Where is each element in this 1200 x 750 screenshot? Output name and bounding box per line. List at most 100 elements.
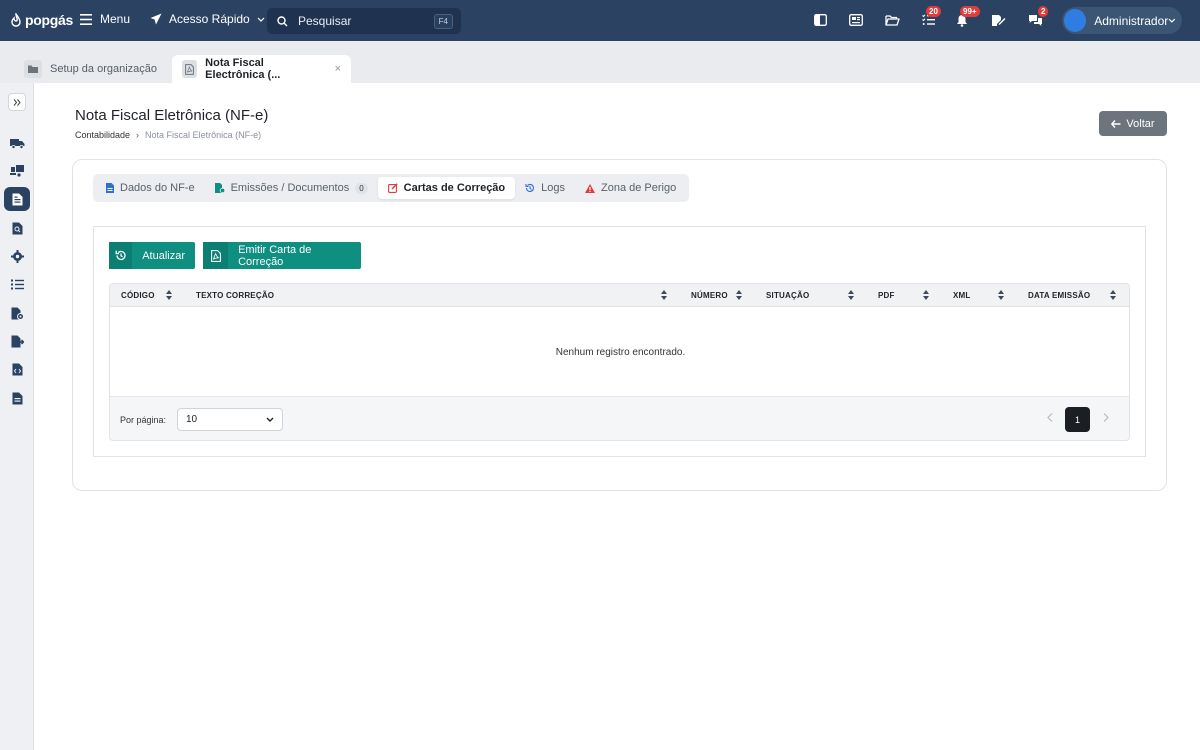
sidebar-item-truck[interactable] [4,131,30,155]
sort-icon[interactable] [166,290,172,300]
refresh-button[interactable]: Atualizar [109,242,195,269]
tab-label: Cartas de Correção [403,182,506,194]
open-tabs-bar: Setup da organização Nota Fiscal Electrô… [0,41,1200,83]
tab-label: Emissões / Documentos [230,182,350,194]
avatar [1064,9,1087,32]
invoice-icon [12,193,22,205]
column-header-texto-correcao[interactable]: TEXTO CORREÇÃO [196,291,274,300]
history-icon [109,242,133,269]
sidebar-item-list[interactable] [4,272,30,296]
back-button[interactable]: Voltar [1099,111,1167,136]
tasks-badge: 20 [926,6,941,17]
breadcrumb: Contabilidade › Nota Fiscal Eletrônica (… [75,130,261,140]
chevron-right-icon[interactable] [1103,413,1109,422]
sidebar-item-nfe[interactable] [4,187,30,211]
emit-label: Emitir Carta de Correção [238,243,312,268]
user-name: Administrador [1094,13,1169,28]
column-header-data-emissao[interactable]: DATA EMISSÃO [1028,291,1090,300]
close-icon[interactable]: × [335,63,341,75]
page-button-current[interactable]: 1 [1065,407,1090,432]
file-code-icon [12,363,22,375]
sidebar-item-file-export[interactable] [4,329,30,353]
delivery-icon [9,165,24,177]
folder-open-icon[interactable] [884,12,900,28]
column-header-pdf[interactable]: PDF [878,291,895,300]
data-table: CÓDIGO TEXTO CORREÇÃO NÚMERO SITUAÇÃO PD… [109,283,1130,441]
ordered-list-icon [10,279,24,289]
count-badge: 0 [355,182,368,194]
quick-access-button[interactable]: Acesso Rápido [150,12,265,26]
breadcrumb-item-contabilidade[interactable]: Contabilidade [75,130,130,140]
history-icon [525,183,535,192]
news-icon[interactable] [848,12,864,28]
tab-zona-perigo[interactable]: Zona de Perigo [575,177,686,199]
emit-correction-letter-button[interactable]: Emitir Carta de Correção [203,242,361,269]
notifications-badge: 99+ [960,6,980,17]
chevron-down-icon [257,17,265,22]
tab-label: Dados do NF-e [120,182,195,194]
tab-cartas-correcao[interactable]: Cartas de Correção [377,177,516,199]
column-header-codigo[interactable]: CÓDIGO [121,291,155,300]
file-icon [106,183,114,193]
search-box[interactable]: Pesquisar F4 [267,8,461,34]
gear-icon [10,249,24,263]
double-chevron-right-icon [13,98,21,106]
expand-sidebar-button[interactable] [8,93,26,111]
logo[interactable]: popgás [10,12,73,28]
signature-icon[interactable] [990,12,1006,28]
per-page-value: 10 [186,414,198,425]
sidebar-item-file-search[interactable] [4,216,30,240]
pdf-file-icon [182,60,198,78]
chevron-down-icon [266,417,274,422]
menu-button[interactable]: Menu [80,12,130,26]
table-body: Nenhum registro encontrado. [110,307,1129,397]
bell-icon[interactable]: 99+ [954,6,980,28]
arrow-left-icon [1111,119,1121,128]
page-title: Nota Fiscal Eletrônica (NF-e) [75,107,269,124]
messages-badge: 2 [1038,6,1049,17]
column-header-numero[interactable]: NÚMERO [691,291,728,300]
folder-icon [24,60,42,78]
sidebar-item-file-code[interactable] [4,357,30,381]
sort-icon[interactable] [1110,290,1116,300]
sidebar-item-file-settings[interactable] [4,301,30,325]
sort-icon[interactable] [661,290,667,300]
breadcrumb-item-current: Nota Fiscal Eletrônica (NF-e) [145,130,262,140]
sort-icon[interactable] [848,290,854,300]
top-navbar: popgás Menu Acesso Rápido Pesquisar F4 2… [0,0,1200,41]
sort-icon[interactable] [923,290,929,300]
menu-label: Menu [100,12,131,26]
hamburger-icon [80,13,92,25]
per-page-select[interactable]: 10 [177,408,283,431]
paper-plane-icon [150,13,162,25]
quick-access-label: Acesso Rápido [169,12,250,26]
sidebar-item-settings[interactable] [4,244,30,268]
flame-icon [11,13,21,27]
sort-icon[interactable] [736,290,742,300]
back-label: Voltar [1126,117,1155,130]
tab-dados-nfe[interactable]: Dados do NF-e [96,177,205,199]
tab-label: Setup da organização [50,63,158,75]
edit-icon [387,183,398,193]
sidebar-item-delivery[interactable] [4,159,30,183]
sidebar-toggle-icon[interactable] [812,12,828,28]
column-header-situacao[interactable]: SITUAÇÃO [766,291,809,300]
pdf-file-icon [203,242,229,269]
sidebar-item-document[interactable] [4,386,30,410]
chevron-left-icon[interactable] [1047,413,1053,422]
tab-logs[interactable]: Logs [515,177,575,199]
tab-emissoes-documentos[interactable]: Emissões / Documentos 0 [205,177,378,199]
tasks-icon[interactable]: 20 [920,6,941,28]
breadcrumb-separator: › [136,130,140,140]
tab-setup-organizacao[interactable]: Setup da organização [24,55,157,83]
chat-icon[interactable]: 2 [1027,6,1049,28]
sort-icon[interactable] [998,290,1004,300]
tab-nota-fiscal[interactable]: Nota Fiscal Electrônica (... × [172,55,351,83]
user-menu[interactable]: Administrador [1062,7,1182,34]
table-header: CÓDIGO TEXTO CORREÇÃO NÚMERO SITUAÇÃO PD… [110,284,1129,307]
refresh-label: Atualizar [142,249,185,262]
content-tabs: Dados do NF-e Emissões / Documentos 0 Ca… [93,174,690,202]
tab-label: Zona de Perigo [601,182,677,194]
search-shortcut: F4 [433,13,453,29]
column-header-xml[interactable]: XML [953,291,971,300]
